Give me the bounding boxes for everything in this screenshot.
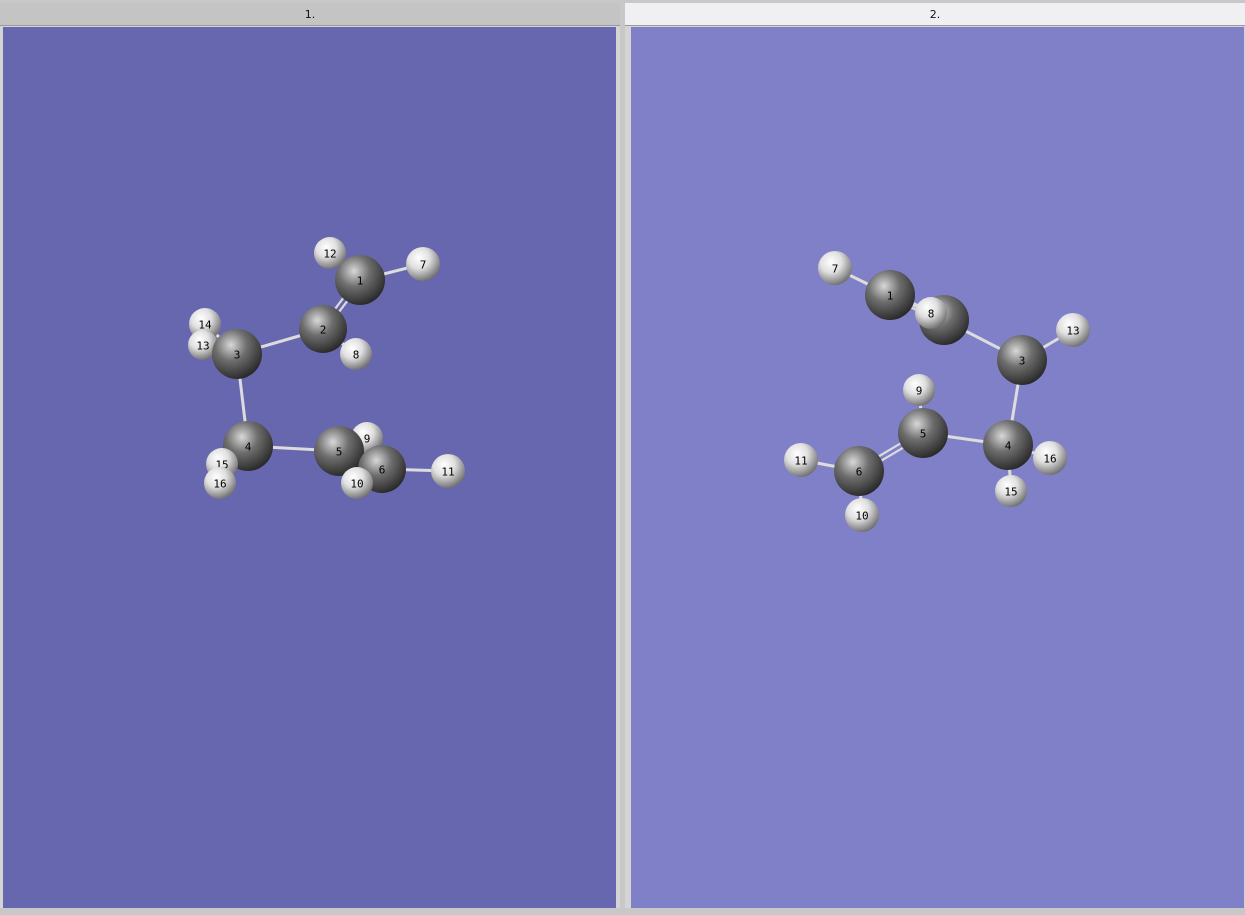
atom-9-label: 9 bbox=[364, 433, 371, 446]
atom-5-label: 5 bbox=[336, 446, 343, 459]
window-title-1: 1. bbox=[0, 3, 620, 26]
atom-4-label: 4 bbox=[1005, 440, 1012, 453]
atom-9-label: 9 bbox=[916, 385, 923, 398]
atom-4[interactable]: 4 bbox=[983, 420, 1033, 470]
atom-11[interactable]: 11 bbox=[784, 443, 818, 477]
atom-7[interactable]: 7 bbox=[818, 251, 852, 285]
atom-15[interactable]: 15 bbox=[995, 475, 1027, 507]
atom-16[interactable]: 16 bbox=[1033, 441, 1067, 475]
atom-8-label: 8 bbox=[353, 349, 360, 362]
atom-13[interactable]: 13 bbox=[1056, 313, 1090, 347]
atom-5[interactable]: 5 bbox=[898, 408, 948, 458]
viewport-background bbox=[631, 27, 1244, 908]
atom-8-label: 8 bbox=[928, 308, 935, 321]
atom-15-label: 15 bbox=[1004, 486, 1017, 499]
atom-3[interactable]: 3 bbox=[997, 335, 1047, 385]
atom-16-label: 16 bbox=[1043, 453, 1056, 466]
atom-10[interactable]: 10 bbox=[845, 498, 879, 532]
atom-13-label: 13 bbox=[1066, 325, 1079, 338]
atom-5-label: 5 bbox=[920, 428, 927, 441]
atom-13-label: 13 bbox=[196, 340, 209, 353]
molecule-window-2[interactable]: 2. 7 1 8 13 3 9 5 4 16 15 11 6 10 bbox=[625, 3, 1245, 908]
atom-16[interactable]: 16 bbox=[204, 467, 236, 499]
atom-6-label: 6 bbox=[856, 466, 863, 479]
atom-3[interactable]: 3 bbox=[212, 329, 262, 379]
atom-10[interactable]: 10 bbox=[341, 467, 373, 499]
atom-16-label: 16 bbox=[213, 478, 226, 491]
atom-2-label: 2 bbox=[320, 324, 327, 337]
atom-10-label: 10 bbox=[855, 510, 868, 523]
viewport-background bbox=[3, 27, 616, 908]
atom-1-label: 1 bbox=[887, 290, 894, 303]
atom-8[interactable]: 8 bbox=[915, 297, 947, 329]
atom-14-label: 14 bbox=[198, 319, 212, 332]
atom-3-label: 3 bbox=[1019, 355, 1026, 368]
atom-6[interactable]: 6 bbox=[834, 446, 884, 496]
atom-9[interactable]: 9 bbox=[903, 374, 935, 406]
atom-11-label: 11 bbox=[441, 466, 454, 479]
atom-7[interactable]: 7 bbox=[406, 247, 440, 281]
atom-2[interactable]: 2 bbox=[299, 305, 347, 353]
atom-3-label: 3 bbox=[234, 349, 241, 362]
atom-4-label: 4 bbox=[245, 441, 252, 454]
molecule-viewport-2[interactable]: 7 1 8 13 3 9 5 4 16 15 11 6 10 bbox=[631, 27, 1244, 908]
molecule-window-1[interactable]: 1. 12 1 7 14 13 3 2 8 4 9 5 6 11 15 16 10 bbox=[0, 3, 620, 908]
window-title-2: 2. bbox=[625, 3, 1245, 26]
atom-7-label: 7 bbox=[832, 263, 839, 276]
atom-7-label: 7 bbox=[420, 259, 427, 272]
atom-8[interactable]: 8 bbox=[340, 338, 372, 370]
atom-1[interactable]: 1 bbox=[865, 270, 915, 320]
molecule-render-2[interactable]: 7 1 8 13 3 9 5 4 16 15 11 6 10 bbox=[631, 27, 1244, 908]
atom-11-label: 11 bbox=[794, 455, 807, 468]
molecule-viewport-1[interactable]: 12 1 7 14 13 3 2 8 4 9 5 6 11 15 16 10 bbox=[3, 27, 616, 908]
atom-10-label: 10 bbox=[350, 478, 363, 491]
atom-11[interactable]: 11 bbox=[431, 454, 465, 488]
atom-6-label: 6 bbox=[379, 464, 386, 477]
atom-1-label: 1 bbox=[357, 275, 364, 288]
atom-1[interactable]: 1 bbox=[335, 255, 385, 305]
atom-12-label: 12 bbox=[323, 248, 336, 261]
molecule-render-1[interactable]: 121714133284956 111516 10 bbox=[3, 27, 616, 908]
